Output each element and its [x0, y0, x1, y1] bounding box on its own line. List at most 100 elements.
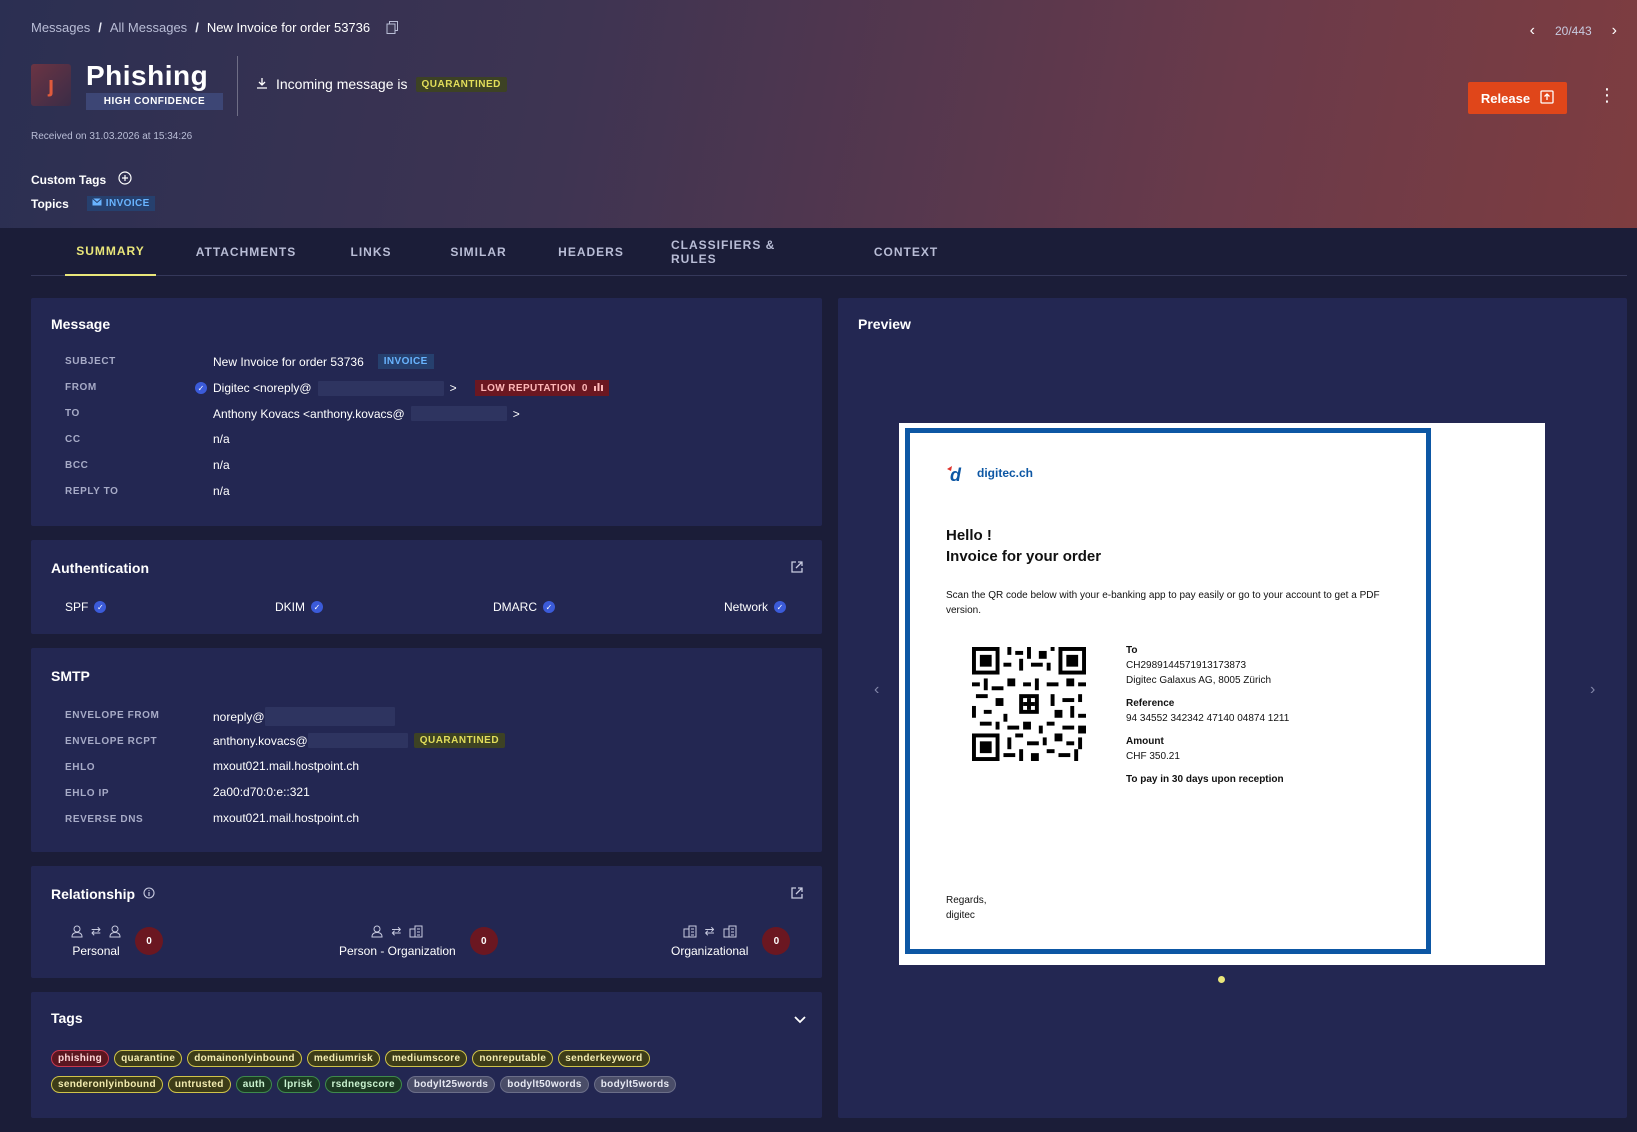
tag-chip[interactable]: bodylt50words — [500, 1076, 589, 1093]
copy-icon[interactable] — [386, 20, 400, 35]
tag-chip[interactable]: quarantine — [114, 1050, 183, 1067]
release-button[interactable]: Release — [1468, 82, 1567, 114]
authentication-card: Authentication SPF ✓ DKIM ✓ DMARC ✓ Netw… — [31, 540, 822, 634]
from-label: FROM — [65, 382, 97, 393]
chevron-left-icon[interactable]: ‹ — [1530, 22, 1535, 40]
tag-chip[interactable]: mediumrisk — [306, 1050, 380, 1067]
topics: Topics INVOICE — [31, 196, 155, 211]
breadcrumb-messages[interactable]: Messages — [31, 20, 90, 35]
pager-position: 20/443 — [1554, 24, 1592, 38]
breadcrumb-current: New Invoice for order 53736 — [206, 20, 371, 35]
reverse-dns-label: REVERSE DNS — [65, 814, 144, 825]
breadcrumb-all-messages[interactable]: All Messages — [110, 20, 187, 35]
to-value: Anthony Kovacs <anthony.kovacs@ > — [213, 406, 520, 421]
tag-chip[interactable]: senderonlyinbound — [51, 1076, 163, 1093]
external-link-icon[interactable] — [790, 560, 804, 574]
breadcrumb: Messages / All Messages / New Invoice fo… — [31, 20, 400, 35]
tags-card: Tags phishing quarantine domainonlyinbou… — [31, 992, 822, 1118]
relationship-personal[interactable]: ⇄ Personal 0 — [71, 924, 164, 958]
regards-text: Regards, — [946, 895, 987, 906]
signature-text: digitec — [946, 910, 975, 921]
tab-similar[interactable]: SIMILAR — [441, 228, 516, 276]
quarantined-badge: QUARANTINED — [413, 733, 506, 748]
tag-chip[interactable]: domainonlyinbound — [187, 1050, 302, 1067]
tag-chip[interactable]: auth — [235, 1076, 273, 1093]
chevron-right-icon[interactable]: › — [1612, 22, 1617, 40]
reference-heading: Reference — [1126, 698, 1175, 709]
relationship-organizational-label: Organizational — [671, 944, 749, 958]
upload-box-icon — [1540, 89, 1554, 107]
auth-dmarc-label: DMARC — [493, 600, 537, 614]
auth-dkim: DKIM ✓ — [275, 600, 323, 614]
svg-text:d: d — [950, 465, 962, 483]
external-link-icon[interactable] — [790, 886, 804, 900]
low-reputation-badge[interactable]: LOW REPUTATION 0 — [474, 380, 609, 396]
relationship-header: Relationship — [51, 886, 155, 902]
organization-to-organization-icon: ⇄ — [683, 924, 737, 938]
more-options-icon[interactable]: ⋮ — [1598, 86, 1616, 104]
relationship-personal-label: Personal — [72, 944, 120, 958]
tab-summary[interactable]: SUMMARY — [65, 228, 156, 276]
auth-dkim-label: DKIM — [275, 600, 305, 614]
amount-heading: Amount — [1126, 736, 1164, 747]
low-reputation-count: 0 — [581, 382, 588, 394]
tag-chip[interactable]: bodylt5words — [593, 1076, 677, 1093]
pay-note: To pay in 30 days upon reception — [1126, 774, 1284, 785]
chevron-right-icon[interactable]: › — [1590, 681, 1595, 699]
preview-card: Preview ‹ › d digitec.ch Hello ! Invoice… — [838, 298, 1627, 1118]
verified-check-icon: ✓ — [195, 382, 207, 394]
tab-links[interactable]: LINKS — [341, 228, 401, 276]
add-tag-icon[interactable] — [118, 171, 132, 188]
redacted-domain — [264, 707, 395, 726]
tag-chip[interactable]: lprisk — [277, 1076, 320, 1093]
tab-classifiers-rules[interactable]: CLASSIFIERS & RULES — [671, 228, 821, 276]
message-card: Message SUBJECT New Invoice for order 53… — [31, 298, 822, 526]
tag-chip[interactable]: bodylt25words — [406, 1076, 496, 1093]
relationship-person-organization[interactable]: ⇄ Person - Organization 0 — [339, 924, 498, 958]
ehlo-ip-label: EHLO IP — [65, 788, 110, 799]
subject-value: New Invoice for order 53736 INVOICE — [213, 354, 434, 369]
incoming-status: Incoming message is QUARANTINED — [256, 76, 507, 92]
relationship-organizational-count: 0 — [762, 927, 791, 955]
tag-chip[interactable]: senderkeyword — [558, 1050, 650, 1067]
envelope-rcpt-value: anthony.kovacs@ QUARANTINED — [213, 733, 506, 748]
topic-badge-invoice: INVOICE — [86, 196, 155, 211]
tab-headers[interactable]: HEADERS — [551, 228, 631, 276]
to-heading: To — [1126, 645, 1138, 656]
tag-chip[interactable]: nonreputable — [472, 1050, 554, 1067]
header-divider — [237, 56, 238, 116]
relationship-card: Relationship ⇄ Personal 0 ⇄ Person - Org… — [31, 866, 822, 978]
auth-spf: SPF ✓ — [65, 600, 107, 614]
tab-attachments[interactable]: ATTACHMENTS — [191, 228, 301, 276]
redacted-domain — [410, 406, 507, 421]
qr-code — [972, 647, 1086, 761]
envelope-from-label: ENVELOPE FROM — [65, 710, 160, 721]
email-preview-image[interactable]: d digitec.ch Hello ! Invoice for your or… — [899, 423, 1545, 965]
relationship-title: Relationship — [51, 886, 136, 902]
release-button-label: Release — [1480, 90, 1531, 106]
chevron-left-icon[interactable]: ‹ — [874, 681, 879, 699]
breadcrumb-separator: / — [98, 20, 102, 35]
smtp-title: SMTP — [51, 668, 90, 684]
relationship-person-organization-col: ⇄ Person - Organization — [339, 924, 456, 958]
tags-title: Tags — [51, 1010, 83, 1026]
info-icon[interactable] — [143, 886, 155, 902]
tag-chip[interactable]: mediumscore — [384, 1050, 468, 1067]
ehlo-value: mxout021.mail.hostpoint.ch — [213, 759, 360, 773]
smtp-card: SMTP ENVELOPE FROM noreply@ ENVELOPE RCP… — [31, 648, 822, 852]
chevron-down-icon[interactable] — [794, 1012, 806, 1027]
tab-context[interactable]: CONTEXT — [866, 228, 946, 276]
verdict-title: Phishing — [86, 60, 209, 91]
tag-chip[interactable]: untrusted — [167, 1076, 231, 1093]
tag-chip[interactable]: phishing — [51, 1050, 110, 1067]
tag-chip[interactable]: rsdnegscore — [324, 1076, 402, 1093]
carousel-dot-active[interactable] — [1218, 976, 1225, 983]
custom-tags-label: Custom Tags — [31, 172, 107, 187]
subject-invoice-badge: INVOICE — [377, 354, 434, 369]
relationship-organizational[interactable]: ⇄ Organizational 0 — [671, 924, 791, 958]
confidence-badge: HIGH CONFIDENCE — [86, 93, 223, 110]
topics-label: Topics — [31, 196, 69, 211]
person-to-organization-icon: ⇄ — [371, 924, 423, 938]
swap-arrows-icon: ⇄ — [704, 924, 715, 938]
email-preview-frame: d digitec.ch Hello ! Invoice for your or… — [905, 428, 1431, 954]
